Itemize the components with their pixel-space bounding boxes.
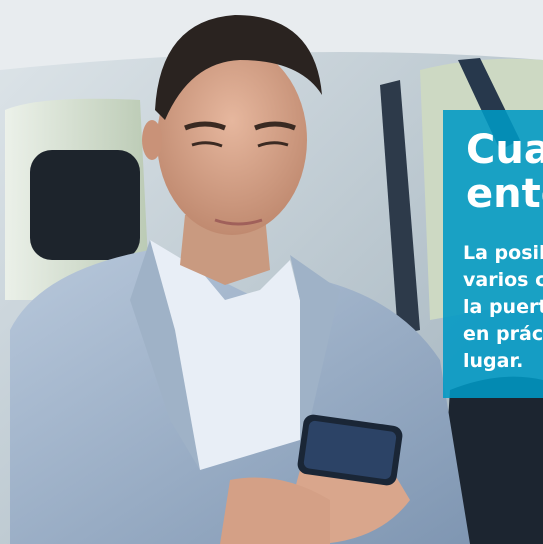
promo-panel: Cua ento La posil varios c la puert en p… [443,110,543,398]
promo-title: Cua ento [466,127,543,217]
promo-body: La posil varios c la puert en práci luga… [463,242,543,372]
